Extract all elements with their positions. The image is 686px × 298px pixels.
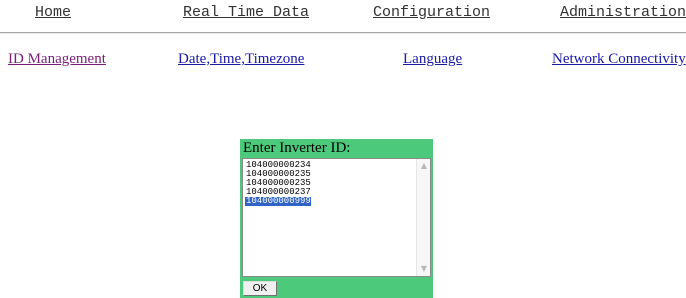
inverter-id-title: Enter Inverter ID: bbox=[243, 140, 351, 156]
sub-nav-date-time-timezone-link[interactable]: Date,Time,Timezone bbox=[178, 51, 304, 68]
sub-nav-network-connectivity-link[interactable]: Network Connectivity bbox=[552, 51, 686, 68]
inverter-id-listbox[interactable]: 104000000234 104000000235 104000000235 1… bbox=[242, 158, 431, 277]
top-navigation: Home Real Time Data Configuration Admini… bbox=[0, 0, 686, 30]
list-item-selected[interactable]: 104000000999 bbox=[245, 197, 311, 206]
sub-nav-language-link[interactable]: Language bbox=[403, 51, 462, 68]
scroll-up-icon[interactable]: ▲ bbox=[418, 160, 430, 172]
scroll-down-icon[interactable]: ▼ bbox=[418, 263, 430, 275]
nav-administration-link[interactable]: Administration bbox=[560, 4, 686, 21]
nav-home-link[interactable]: Home bbox=[35, 4, 71, 21]
nav-real-time-data-link[interactable]: Real Time Data bbox=[183, 4, 309, 21]
nav-configuration-link[interactable]: Configuration bbox=[373, 4, 490, 21]
sub-nav-id-management-link[interactable]: ID Management bbox=[8, 51, 106, 68]
inverter-id-panel: Enter Inverter ID: 104000000234 10400000… bbox=[240, 139, 433, 298]
nav-divider bbox=[0, 32, 686, 34]
listbox-scrollbar[interactable]: ▲ ▼ bbox=[416, 159, 430, 276]
inverter-id-list: 104000000234 104000000235 104000000235 1… bbox=[245, 161, 413, 206]
ok-button[interactable]: OK bbox=[243, 281, 277, 296]
